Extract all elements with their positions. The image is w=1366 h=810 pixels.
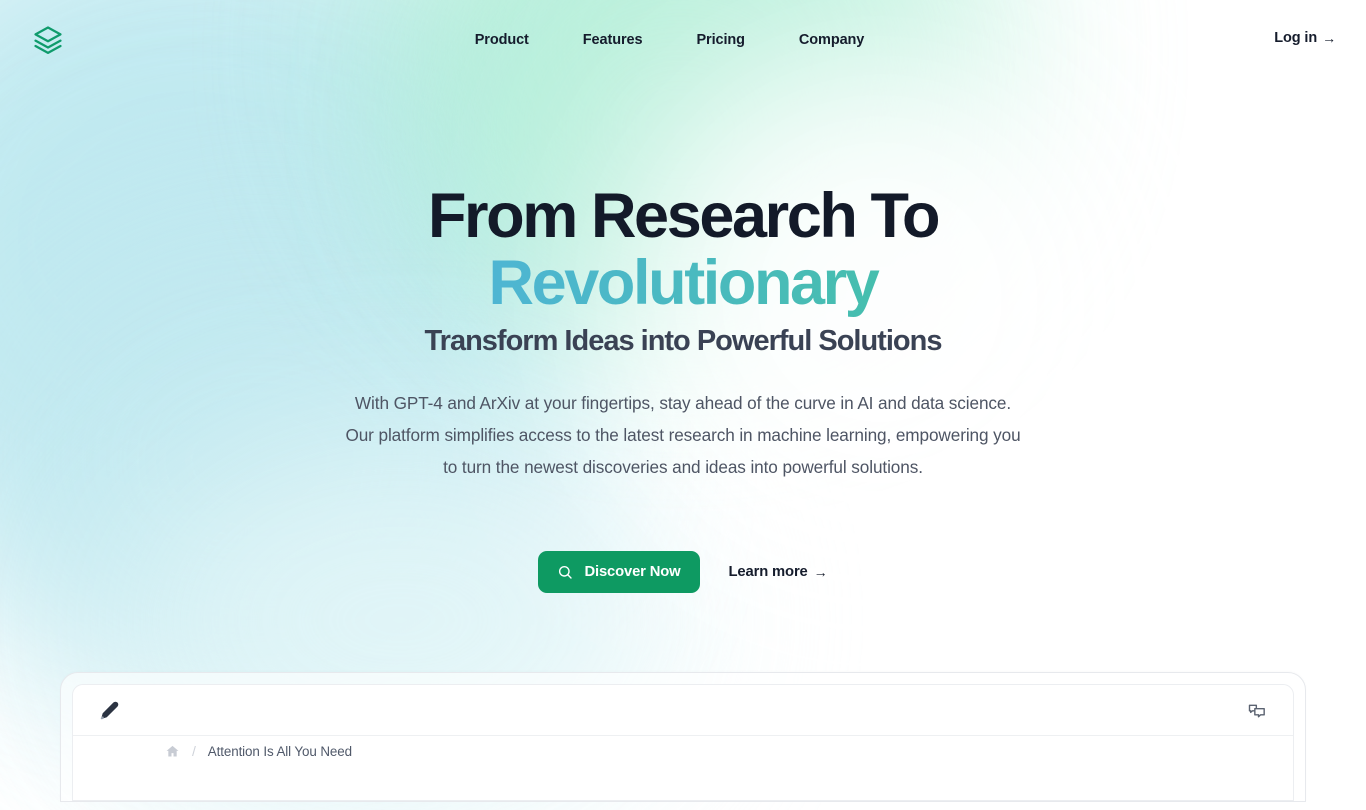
home-icon[interactable] [165, 744, 180, 759]
search-icon [557, 564, 573, 580]
nav-item-product[interactable]: Product [475, 26, 529, 54]
nav-item-features[interactable]: Features [583, 26, 643, 54]
breadcrumb-current-page[interactable]: Attention Is All You Need [208, 744, 352, 759]
arrow-right-icon: → [814, 565, 828, 579]
learn-more-link[interactable]: Learn more → [729, 564, 828, 580]
arrow-right-icon: → [1322, 31, 1336, 45]
nav-item-pricing[interactable]: Pricing [696, 26, 744, 54]
page-title: From Research To Revolutionary [0, 183, 1366, 317]
hero-title-line-2: Revolutionary [0, 250, 1366, 317]
learn-more-label: Learn more [729, 564, 808, 580]
nav-links: Product Features Pricing Company [0, 0, 1366, 80]
breadcrumb-separator: / [192, 743, 196, 759]
nav-item-company[interactable]: Company [799, 26, 864, 54]
hero-subtitle: Transform Ideas into Powerful Solutions [0, 325, 1366, 358]
app-preview-window: / Attention Is All You Need [72, 684, 1294, 801]
background-gradient [0, 0, 1366, 768]
pen-icon[interactable] [98, 700, 120, 722]
hero-cta-row: Discover Now Learn more → [0, 551, 1366, 593]
discover-now-label: Discover Now [584, 564, 680, 580]
hero-description: With GPT-4 and ArXiv at your fingertips,… [341, 387, 1025, 483]
login-label: Log in [1274, 30, 1317, 46]
top-navigation-bar: Product Features Pricing Company Log in … [0, 0, 1366, 80]
discover-now-button[interactable]: Discover Now [538, 551, 699, 593]
hero-title-line-1: From Research To [428, 181, 938, 251]
chat-bubbles-icon[interactable] [1247, 701, 1267, 721]
login-link[interactable]: Log in → [1274, 30, 1336, 46]
app-preview-frame: / Attention Is All You Need [60, 672, 1306, 802]
preview-toolbar [73, 685, 1293, 736]
breadcrumb: / Attention Is All You Need [165, 743, 352, 759]
